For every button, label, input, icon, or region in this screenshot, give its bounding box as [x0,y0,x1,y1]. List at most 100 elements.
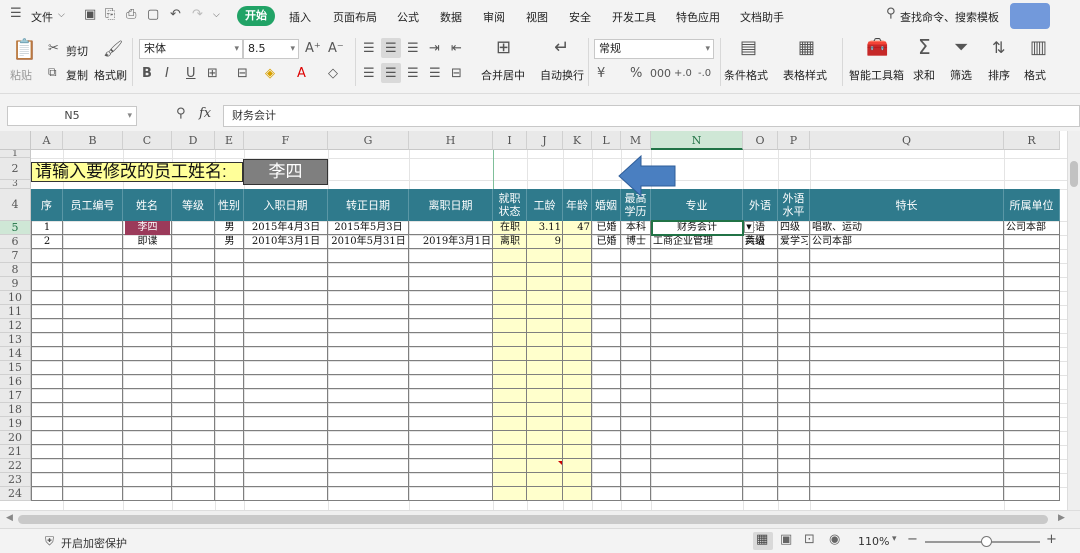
grid-cell[interactable] [63,333,123,347]
grid-cell[interactable] [172,445,215,459]
grid-cell[interactable] [810,249,1004,263]
grid-cell[interactable] [778,333,810,347]
grid-cell[interactable] [563,333,592,347]
grid-cell[interactable] [527,417,563,431]
grid-cell[interactable] [743,375,778,389]
grid-cell[interactable] [592,347,621,361]
grid-cell[interactable] [743,487,778,501]
grid-cell[interactable] [328,277,409,291]
grid-cell[interactable] [63,249,123,263]
grid-cell[interactable] [31,473,63,487]
grid-cell[interactable] [123,431,172,445]
grid-cell[interactable] [172,473,215,487]
row-header-16[interactable]: 16 [0,375,31,389]
grid-cell[interactable] [810,361,1004,375]
table-style-button[interactable]: 表格样式 [783,67,827,83]
grid-cell[interactable] [621,389,651,403]
grid-cell[interactable] [172,235,215,249]
grid-cell[interactable] [563,431,592,445]
column-header-E[interactable]: E [215,131,244,150]
grid-cell[interactable] [493,445,527,459]
grid-cell[interactable] [621,361,651,375]
grid-cell[interactable] [31,361,63,375]
grid-cell[interactable] [1004,389,1060,403]
grid-cell[interactable] [493,403,527,417]
grid-cell[interactable] [244,445,328,459]
row-header-1[interactable]: 1 [0,150,31,158]
grid-cell[interactable] [778,417,810,431]
grid-cell[interactable] [592,417,621,431]
grid-cell[interactable] [778,291,810,305]
grid-cell[interactable] [123,305,172,319]
row-header-10[interactable]: 10 [0,291,31,305]
grid-cell[interactable] [810,487,1004,501]
grid-cell[interactable] [621,305,651,319]
grid-cell[interactable] [244,277,328,291]
format-button[interactable]: 格式 [1024,67,1046,83]
format-painter-icon[interactable]: 🖌 [103,40,123,58]
grid-cell[interactable] [328,263,409,277]
grid-cell[interactable] [244,333,328,347]
grid-cell[interactable] [63,221,123,235]
grid-cell[interactable] [63,305,123,319]
grid-cell[interactable] [215,333,244,347]
grid-cell[interactable] [215,305,244,319]
smart-toolbox-icon[interactable]: 🧰 [866,39,888,57]
grid-cell[interactable] [1004,431,1060,445]
grid-cell[interactable] [215,319,244,333]
tab-developer[interactable]: 开发工具 [612,9,656,25]
grid-cell[interactable] [215,277,244,291]
grid-cell[interactable] [244,263,328,277]
grid-cell[interactable] [1004,333,1060,347]
hamburger-icon[interactable]: ☰ [10,6,22,21]
grid-cell[interactable] [778,375,810,389]
grid-cell[interactable] [172,347,215,361]
grid-cell[interactable] [244,389,328,403]
grid-cell[interactable] [172,291,215,305]
grid-cell[interactable] [215,459,244,473]
bold-icon[interactable]: B [142,65,152,83]
employee-name-input[interactable]: 李四 [243,159,328,185]
horizontal-scroll-thumb[interactable] [18,515,1048,524]
grid-cell[interactable] [651,305,743,319]
grid-cell[interactable] [563,473,592,487]
grid-cell[interactable] [621,249,651,263]
grid-cell[interactable] [592,375,621,389]
encryption-protect-link[interactable]: 开启加密保护 [61,535,127,551]
grid-cell[interactable] [244,291,328,305]
grid-cell[interactable] [592,277,621,291]
scissors-icon[interactable]: ✂ [48,40,59,58]
grid-cell[interactable] [409,473,493,487]
grid-cell[interactable] [527,249,563,263]
paste-icon[interactable]: 📋 [12,39,37,59]
grid-cell[interactable] [172,459,215,473]
grid-cell[interactable] [409,277,493,291]
grid-cell[interactable] [328,417,409,431]
page-layout-view-icon[interactable]: ▣ [780,532,792,547]
wrap-text-button[interactable]: 自动换行 [540,67,584,83]
grid-cell[interactable] [172,487,215,501]
grid-cell[interactable] [215,249,244,263]
grid-cell[interactable] [743,361,778,375]
grid-cell[interactable] [328,389,409,403]
grid-cell[interactable] [621,375,651,389]
distribute-icon[interactable]: ⊟ [451,65,462,83]
grid-cell[interactable] [810,347,1004,361]
merge-center-icon[interactable]: ⊞ [496,39,511,57]
column-header-K[interactable]: K [563,131,592,150]
grid-cell[interactable] [409,347,493,361]
grid-cell[interactable] [328,445,409,459]
grid-cell[interactable] [409,459,493,473]
row-header-23[interactable]: 23 [0,473,31,487]
horizontal-scrollbar[interactable]: ◀ ▶ [0,510,1080,528]
grid-cell[interactable] [810,417,1004,431]
grid-cell[interactable] [493,417,527,431]
grid-cell[interactable] [527,333,563,347]
conditional-format-icon[interactable]: ▤ [740,39,757,57]
grid-cell[interactable] [63,347,123,361]
grid-cell[interactable] [527,375,563,389]
grid-cell[interactable] [31,249,63,263]
tab-page-layout[interactable]: 页面布局 [333,9,377,25]
row-header-24[interactable]: 24 [0,487,31,501]
grid-cell[interactable] [215,361,244,375]
